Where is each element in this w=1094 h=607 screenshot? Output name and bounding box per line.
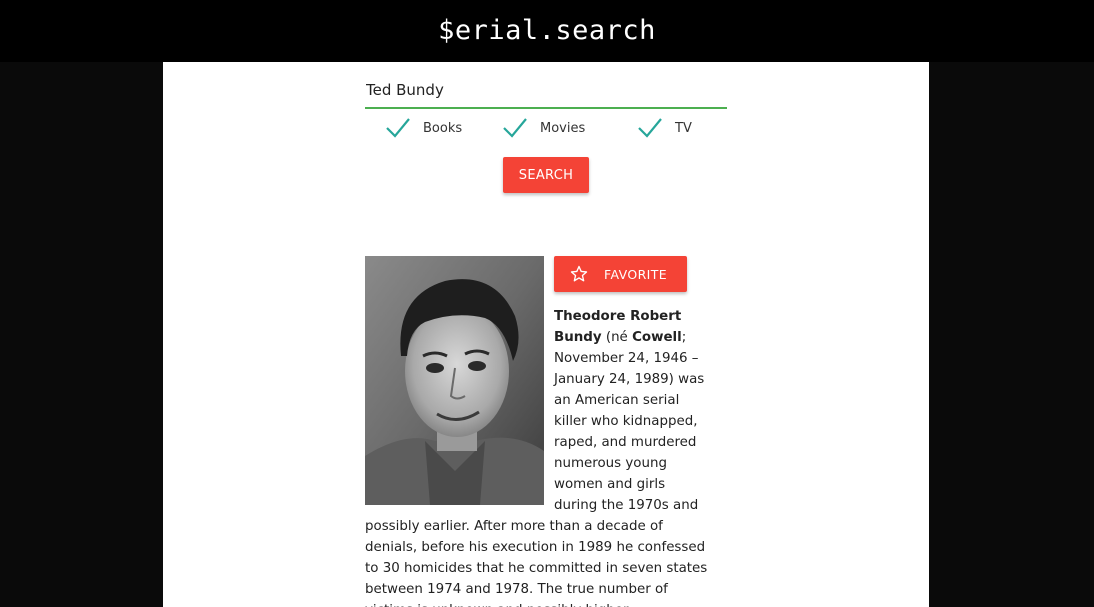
result-card: FAVORITE Theodore Robert Bundy (né Cowel… (365, 256, 711, 607)
nee-prefix: (né (601, 330, 633, 345)
favorite-label: FAVORITE (604, 266, 668, 282)
filter-label: TV (675, 120, 692, 136)
filter-label: Books (423, 120, 463, 136)
checkmark-icon (386, 118, 410, 138)
search-field[interactable] (365, 72, 727, 109)
favorite-button[interactable]: FAVORITE (554, 256, 687, 292)
checkmark-icon (503, 118, 527, 138)
checkmark-icon (638, 118, 662, 138)
portrait-image (365, 256, 544, 505)
media-filters: Books Movies TV (385, 114, 725, 142)
search-input[interactable] (365, 72, 727, 107)
filter-movies[interactable]: Movies (502, 114, 585, 142)
birth-name: Cowell (632, 330, 682, 345)
app-brand[interactable]: $erial.search (438, 15, 656, 46)
filter-label: Movies (540, 120, 586, 136)
main-panel: Books Movies TV SEARCH (163, 62, 929, 607)
filter-tv[interactable]: TV (637, 114, 692, 142)
filter-books[interactable]: Books (385, 114, 462, 142)
top-bar: $erial.search (0, 0, 1094, 62)
star-icon (570, 265, 588, 283)
search-button[interactable]: SEARCH (503, 157, 589, 193)
